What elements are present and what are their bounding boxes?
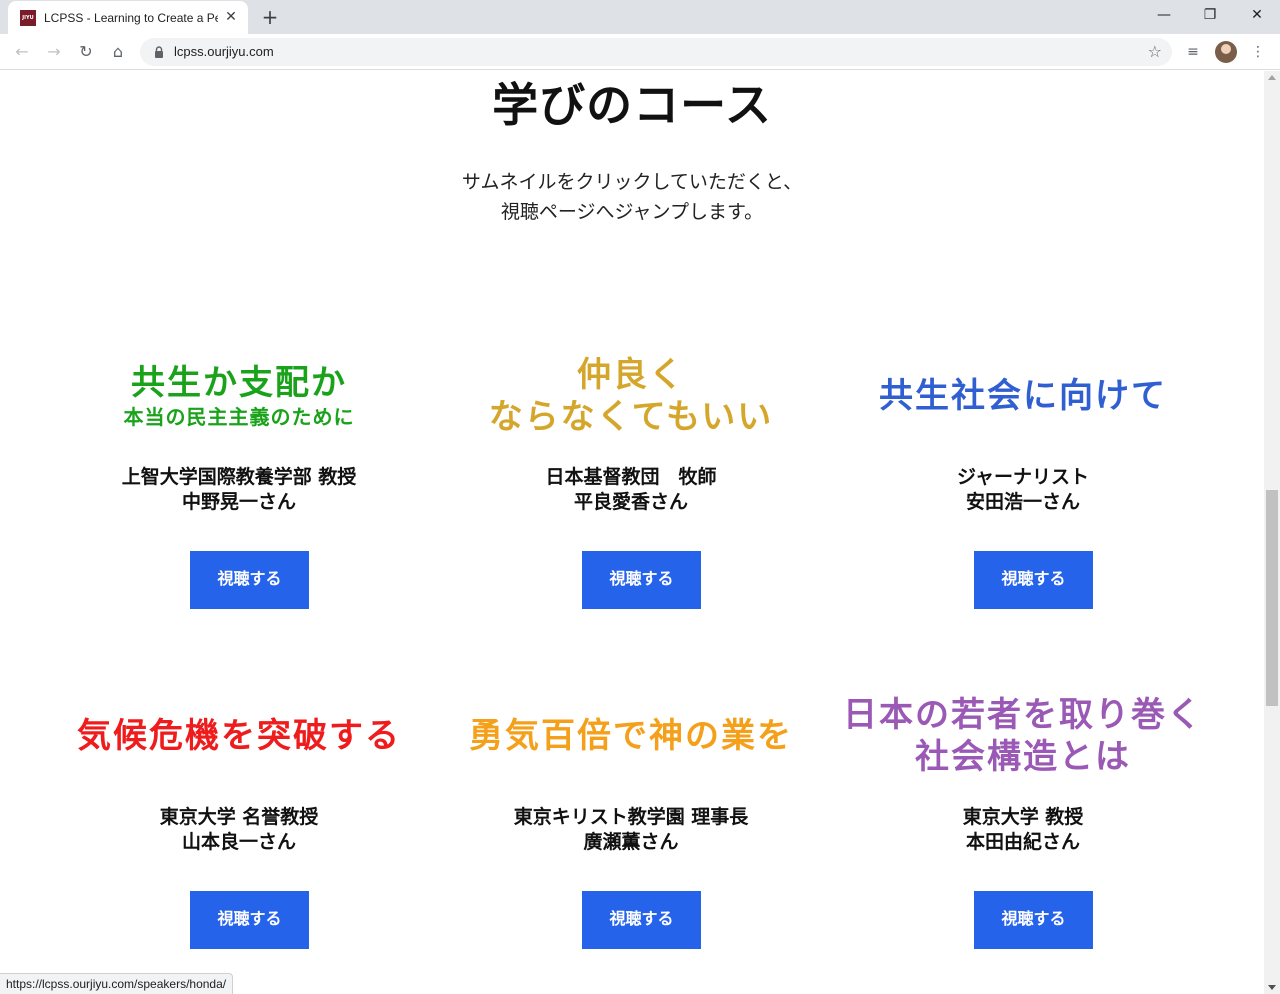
thumbnail-title: 気候危機を突破する — [77, 716, 401, 756]
tab-title: LCPSS - Learning to Create a Pea — [44, 11, 218, 25]
course-thumbnail[interactable]: 勇気百倍で神の業を — [441, 681, 821, 791]
course-thumbnail[interactable]: 気候危機を突破する — [49, 681, 429, 791]
watch-button[interactable]: 視聴する — [582, 891, 701, 949]
speaker-name: 山本良一さん — [181, 831, 296, 853]
close-window-icon[interactable]: ✕ — [1234, 0, 1280, 30]
course-thumbnail[interactable]: 仲良く ならなくてもいい — [441, 341, 821, 451]
speaker-name: 廣瀬薫さん — [583, 831, 679, 853]
course-card: 共生か支配か 本当の民主主義のために 上智大学国際教養学部 教授 中野晃一さん … — [49, 341, 429, 641]
lead-text: サムネイルをクリックしていただくと、 視聴ページへジャンプします。 — [0, 167, 1264, 227]
home-icon[interactable]: ⌂ — [106, 40, 130, 64]
close-tab-icon[interactable]: ✕ — [223, 9, 239, 25]
speaker-info: 東京大学 教授 本田由紀さん — [833, 805, 1213, 855]
thumbnail-title: 日本の若者を取り巻く — [843, 695, 1203, 735]
course-card: 仲良く ならなくてもいい 日本基督教団 牧師 平良愛香さん 視聴する — [441, 341, 821, 641]
browser-toolbar: ← → ↻ ⌂ lcpss.ourjiyu.com ☆ ≡ ⋮ — [0, 34, 1280, 70]
tab-strip: JIYU LCPSS - Learning to Create a Pea ✕ … — [0, 0, 1280, 34]
speaker-name: 平良愛香さん — [573, 491, 688, 513]
speaker-affiliation: 東京キリスト教学園 理事長 — [513, 806, 749, 828]
forward-icon[interactable]: → — [42, 40, 66, 64]
address-bar[interactable]: lcpss.ourjiyu.com ☆ — [140, 38, 1172, 66]
new-tab-icon[interactable]: + — [258, 5, 282, 29]
thumbnail-title: 共生か支配か — [131, 363, 347, 403]
speaker-affiliation: 日本基督教団 牧師 — [545, 466, 717, 488]
url-text: lcpss.ourjiyu.com — [174, 44, 274, 59]
speaker-info: 東京大学 名誉教授 山本良一さん — [49, 805, 429, 855]
speaker-info: ジャーナリスト 安田浩一さん — [833, 465, 1213, 515]
lock-icon — [155, 46, 163, 58]
browser-tab[interactable]: JIYU LCPSS - Learning to Create a Pea ✕ — [8, 1, 248, 34]
speaker-affiliation: 東京大学 教授 — [962, 806, 1084, 828]
speaker-affiliation: 東京大学 名誉教授 — [159, 806, 319, 828]
watch-button[interactable]: 視聴する — [582, 551, 701, 609]
watch-button[interactable]: 視聴する — [974, 551, 1093, 609]
media-control-icon[interactable]: ≡ — [1183, 42, 1203, 62]
course-card: 日本の若者を取り巻く 社会構造とは 東京大学 教授 本田由紀さん 視聴する — [833, 681, 1213, 981]
thumbnail-title: 勇気百倍で神の業を — [469, 716, 793, 756]
back-icon[interactable]: ← — [10, 40, 34, 64]
thumbnail-subtitle: 本当の民主主義のために — [123, 405, 355, 429]
thumbnail-subtitle: 社会構造とは — [915, 737, 1131, 777]
course-thumbnail[interactable]: 日本の若者を取り巻く 社会構造とは — [833, 681, 1213, 791]
speaker-info: 上智大学国際教養学部 教授 中野晃一さん — [49, 465, 429, 515]
thumbnail-title: 仲良く — [577, 355, 685, 395]
watch-button[interactable]: 視聴する — [190, 891, 309, 949]
speaker-name: 中野晃一さん — [181, 491, 296, 513]
speaker-name: 安田浩一さん — [965, 491, 1080, 513]
bookmark-star-icon[interactable]: ☆ — [1148, 42, 1162, 62]
speaker-affiliation: 上智大学国際教養学部 教授 — [121, 466, 357, 488]
speaker-info: 東京キリスト教学園 理事長 廣瀬薫さん — [441, 805, 821, 855]
page-scrollbar[interactable] — [1264, 71, 1280, 994]
course-card: 気候危機を突破する 東京大学 名誉教授 山本良一さん 視聴する — [49, 681, 429, 981]
menu-kebab-icon[interactable]: ⋮ — [1248, 42, 1268, 62]
speaker-name: 本田由紀さん — [965, 831, 1080, 853]
lead-line-2: 視聴ページへジャンプします。 — [500, 201, 764, 223]
scrollbar-thumb[interactable] — [1266, 490, 1278, 706]
speaker-info: 日本基督教団 牧師 平良愛香さん — [441, 465, 821, 515]
watch-button[interactable]: 視聴する — [190, 551, 309, 609]
thumbnail-title: 共生社会に向けて — [879, 376, 1167, 416]
restore-icon[interactable]: ❐ — [1187, 0, 1233, 30]
page-viewport: 学びのコース サムネイルをクリックしていただくと、 視聴ページへジャンプします。… — [0, 71, 1264, 994]
speaker-affiliation: ジャーナリスト — [956, 466, 1090, 488]
minimize-icon[interactable]: — — [1141, 0, 1187, 30]
course-card: 勇気百倍で神の業を 東京キリスト教学園 理事長 廣瀬薫さん 視聴する — [441, 681, 821, 981]
course-thumbnail[interactable]: 共生社会に向けて — [833, 341, 1213, 451]
site-favicon-icon: JIYU — [20, 10, 36, 26]
course-card: 共生社会に向けて ジャーナリスト 安田浩一さん 視聴する — [833, 341, 1213, 641]
course-thumbnail[interactable]: 共生か支配か 本当の民主主義のために — [49, 341, 429, 451]
reload-icon[interactable]: ↻ — [74, 40, 98, 64]
scroll-down-arrow-icon[interactable] — [1268, 985, 1276, 990]
thumbnail-subtitle: ならなくてもいい — [488, 397, 774, 437]
link-status-bubble: https://lcpss.ourjiyu.com/speakers/honda… — [0, 973, 234, 994]
scroll-up-arrow-icon[interactable] — [1268, 75, 1276, 80]
lead-line-1: サムネイルをクリックしていただくと、 — [461, 171, 803, 193]
watch-button[interactable]: 視聴する — [974, 891, 1093, 949]
page-title: 学びのコース — [492, 78, 772, 132]
profile-avatar[interactable] — [1215, 41, 1237, 63]
